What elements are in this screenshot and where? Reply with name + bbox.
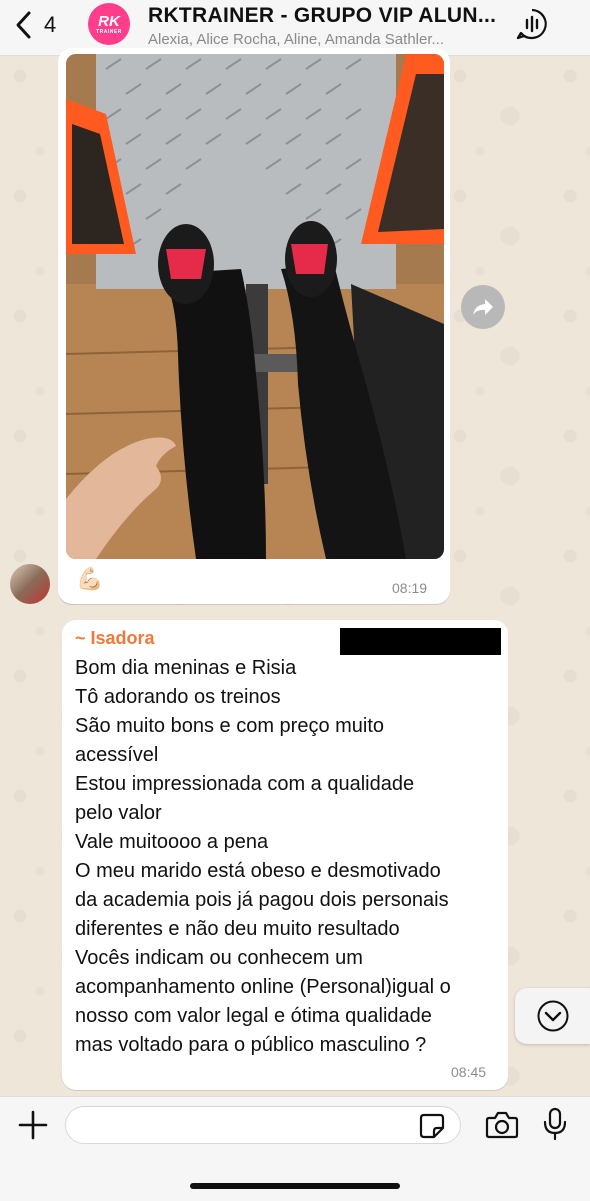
- forward-button[interactable]: [461, 285, 505, 329]
- message-line: Bom dia meninas e Risia: [75, 657, 297, 679]
- message-time: 08:45: [451, 1064, 487, 1080]
- plus-icon[interactable]: [18, 1110, 48, 1140]
- home-indicator: [190, 1183, 400, 1189]
- unread-count: 4: [44, 12, 57, 37]
- message-line: Vocês indicam ou conhecem um: [75, 947, 363, 969]
- sticker-icon[interactable]: [418, 1112, 446, 1140]
- message-line: São muito bons e com preço muito: [75, 715, 385, 737]
- message-line: acessível: [75, 744, 159, 766]
- message-line: Estou impressionada com a qualidade: [75, 773, 415, 795]
- back-chevron-icon: [16, 11, 31, 39]
- group-avatar[interactable]: RK TRAINER: [88, 3, 130, 45]
- scroll-down-icon: [537, 1000, 568, 1032]
- message-line: Vale muitoooo a pena: [75, 831, 269, 853]
- message-line: Tô adorando os treinos: [75, 686, 281, 708]
- sender-avatar[interactable]: [10, 564, 50, 604]
- message-line: nosso com valor legal e ótima qualidade: [75, 1005, 432, 1027]
- group-title: RKTRAINER - GRUPO VIP ALUN...: [148, 4, 497, 27]
- group-call-icon[interactable]: [515, 7, 549, 41]
- message-line: da academia pois já pagou dois personais: [75, 889, 449, 911]
- message-line: pelo valor: [75, 802, 162, 824]
- image-caption: 💪🏻: [76, 566, 104, 591]
- gym-photo[interactable]: [66, 54, 444, 559]
- camera-icon[interactable]: [485, 1109, 519, 1141]
- forward-icon: [473, 299, 493, 315]
- image-message-bubble[interactable]: 💪🏻 08:19: [58, 48, 450, 604]
- photo-illustration: [66, 54, 444, 559]
- message-line: O meu marido está obeso e desmotivado: [75, 860, 441, 882]
- message-line: diferentes e não deu muito resultado: [75, 918, 400, 940]
- message-body: Bom dia meninas e Risia Tô adorando os t…: [75, 654, 505, 1060]
- sender-name[interactable]: ~ Isadora: [75, 628, 155, 649]
- message-line: mas voltado para o público masculino ?: [75, 1034, 427, 1056]
- group-members: Alexia, Alice Rocha, Aline, Amanda Sathl…: [148, 31, 445, 48]
- avatar-logo-text: RK: [98, 12, 120, 30]
- message-input[interactable]: [65, 1106, 461, 1144]
- group-info[interactable]: RKTRAINER - GRUPO VIP ALUN... Alexia, Al…: [148, 4, 498, 48]
- message-line: acompanhamento online (Personal)igual o: [75, 976, 451, 998]
- back-button[interactable]: 4: [14, 10, 56, 40]
- microphone-icon[interactable]: [543, 1107, 567, 1141]
- scroll-down-button[interactable]: [515, 988, 590, 1044]
- message-time: 08:19: [392, 580, 428, 596]
- avatar-logo-subtext: TRAINER: [96, 28, 122, 35]
- redacted-phone-number: [340, 628, 501, 655]
